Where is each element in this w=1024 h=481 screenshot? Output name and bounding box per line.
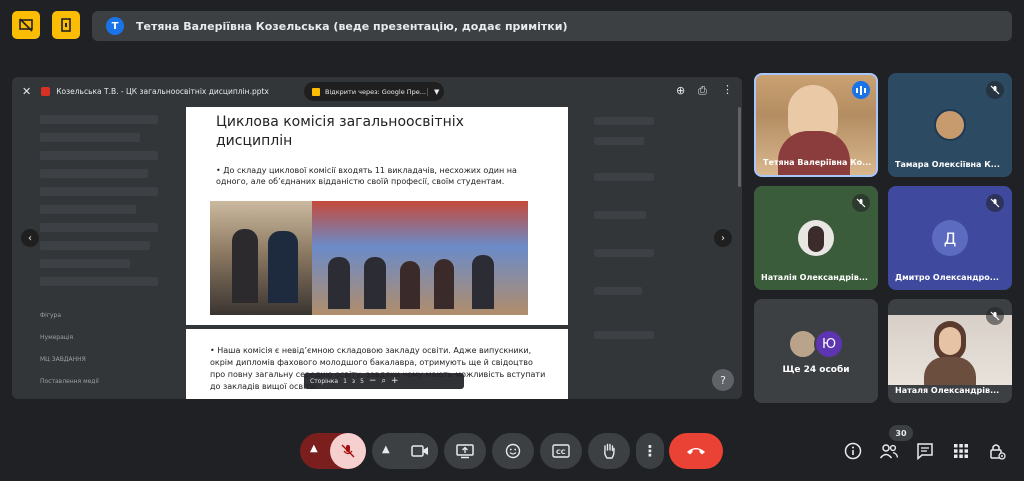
hand-icon bbox=[604, 443, 615, 459]
mic-off-button[interactable] bbox=[330, 433, 366, 469]
next-page-icon[interactable]: › bbox=[714, 229, 732, 247]
svg-text:CC: CC bbox=[556, 448, 566, 456]
slide-title: Циклова комісія загальноосвітніх дисципл… bbox=[216, 114, 464, 149]
prev-page-icon[interactable]: ‹ bbox=[21, 229, 39, 247]
mic-off-icon bbox=[852, 194, 870, 212]
presenter-avatar: Т bbox=[106, 17, 124, 35]
host-controls-icon[interactable] bbox=[986, 441, 1008, 461]
participant-tile-speaker[interactable]: Тетяна Валеріївна Ко... bbox=[754, 73, 878, 177]
slide-photo-2 bbox=[312, 201, 528, 315]
captions-button[interactable]: CC bbox=[540, 433, 582, 469]
slide-bullet: • До складу циклової комісії входять 11 … bbox=[216, 166, 517, 186]
videocam-icon bbox=[411, 445, 428, 457]
activities-icon[interactable] bbox=[950, 441, 972, 461]
participant-count-badge: 30 bbox=[889, 425, 913, 441]
add-to-drive-icon[interactable]: ⊕ bbox=[676, 84, 685, 97]
closed-captions-icon: CC bbox=[552, 444, 570, 458]
open-with-button[interactable]: Відкрити через: Google Пре... ▼ bbox=[304, 82, 444, 101]
more-participants-label: Ще 24 особи bbox=[782, 365, 850, 375]
presenter-banner: Т Тетяна Валеріївна Козельська (веде пре… bbox=[92, 11, 1012, 41]
slide-1: Циклова комісія загальноосвітніх дисципл… bbox=[186, 107, 568, 325]
page-label: Сторінка bbox=[310, 377, 339, 385]
page-sep: з bbox=[351, 377, 356, 385]
camera-button[interactable] bbox=[402, 433, 438, 469]
mic-control: ▲ bbox=[300, 433, 366, 469]
present-button[interactable] bbox=[444, 433, 486, 469]
chevron-down-icon[interactable]: ▼ bbox=[427, 87, 439, 96]
participant-name: Наталя Олександрів... bbox=[895, 386, 1000, 395]
emoji-icon bbox=[505, 443, 521, 459]
leave-call-button[interactable] bbox=[669, 433, 723, 469]
raise-hand-button[interactable] bbox=[588, 433, 630, 469]
mic-off-icon bbox=[341, 444, 355, 458]
mic-off-icon bbox=[986, 81, 1004, 99]
more-participants-tile[interactable]: Ю Ще 24 особи bbox=[754, 299, 878, 403]
more-options-button[interactable]: ⋮ bbox=[636, 433, 664, 469]
mic-off-icon bbox=[986, 194, 1004, 212]
zoom-in-icon[interactable]: + bbox=[391, 376, 399, 386]
participant-name: Тамара Олексіївна К... bbox=[895, 160, 1000, 169]
presentation-off-icon[interactable] bbox=[12, 11, 40, 39]
chat-icon[interactable] bbox=[914, 441, 936, 461]
close-icon[interactable]: ✕ bbox=[22, 85, 31, 98]
pptx-file-icon bbox=[41, 86, 51, 96]
page-current[interactable]: 1 bbox=[343, 378, 347, 385]
slides-icon bbox=[312, 87, 320, 96]
participant-name: Тетяна Валеріївна Ко... bbox=[763, 158, 872, 167]
participant-tile[interactable]: Тамара Олексіївна К... bbox=[888, 73, 1012, 177]
presentation-viewer: ✕ Козельська Т.В. - ЦК загальноосвітніх … bbox=[12, 77, 742, 399]
slide-photo-1 bbox=[210, 201, 312, 315]
chevron-up-icon[interactable]: ▲ bbox=[382, 444, 390, 455]
open-with-label: Відкрити через: Google Пре... bbox=[325, 87, 426, 96]
file-title: Козельська Т.В. - ЦК загальноосвітніх ди… bbox=[56, 86, 269, 96]
presenter-banner-text: Тетяна Валеріївна Козельська (веде презе… bbox=[136, 19, 568, 33]
door-icon[interactable] bbox=[52, 11, 80, 39]
info-icon[interactable] bbox=[842, 441, 864, 461]
camera-control: ▲ bbox=[372, 433, 438, 469]
participant-name: Наталія Олександрів... bbox=[761, 273, 868, 282]
participant-avatar: Д bbox=[932, 220, 968, 256]
participant-name: Дмитро Олександро... bbox=[895, 273, 999, 282]
reactions-button[interactable] bbox=[492, 433, 534, 469]
scrollbar[interactable] bbox=[738, 107, 741, 187]
more-vert-icon: ⋮ bbox=[642, 442, 658, 460]
page-total: 5 bbox=[360, 377, 364, 385]
mic-off-icon bbox=[986, 307, 1004, 325]
print-icon[interactable]: ⎙ bbox=[698, 84, 707, 98]
call-end-icon bbox=[687, 448, 705, 455]
more-vert-icon[interactable]: ⋮ bbox=[722, 83, 733, 96]
participant-tile[interactable]: Наталя Олександрів... bbox=[888, 299, 1012, 403]
present-screen-icon bbox=[456, 444, 474, 459]
people-icon[interactable] bbox=[878, 441, 900, 461]
speaking-icon bbox=[852, 81, 870, 99]
chevron-up-icon[interactable]: ▲ bbox=[310, 443, 318, 454]
participant-tile[interactable]: Наталія Олександрів... bbox=[754, 186, 878, 290]
participant-tile[interactable]: Д Дмитро Олександро... bbox=[888, 186, 1012, 290]
ghost-list: Фігура Нумерація МЦ ЗАВДАННЯ Поставлення ме… bbox=[40, 312, 99, 385]
zoom-out-icon[interactable]: − bbox=[369, 376, 377, 386]
page-toolbar: Сторінка 1 з 5 − ⌕ + bbox=[304, 373, 464, 389]
help-icon[interactable]: ? bbox=[712, 369, 734, 391]
zoom-icon[interactable]: ⌕ bbox=[381, 376, 385, 386]
avatar: Ю bbox=[814, 329, 844, 359]
